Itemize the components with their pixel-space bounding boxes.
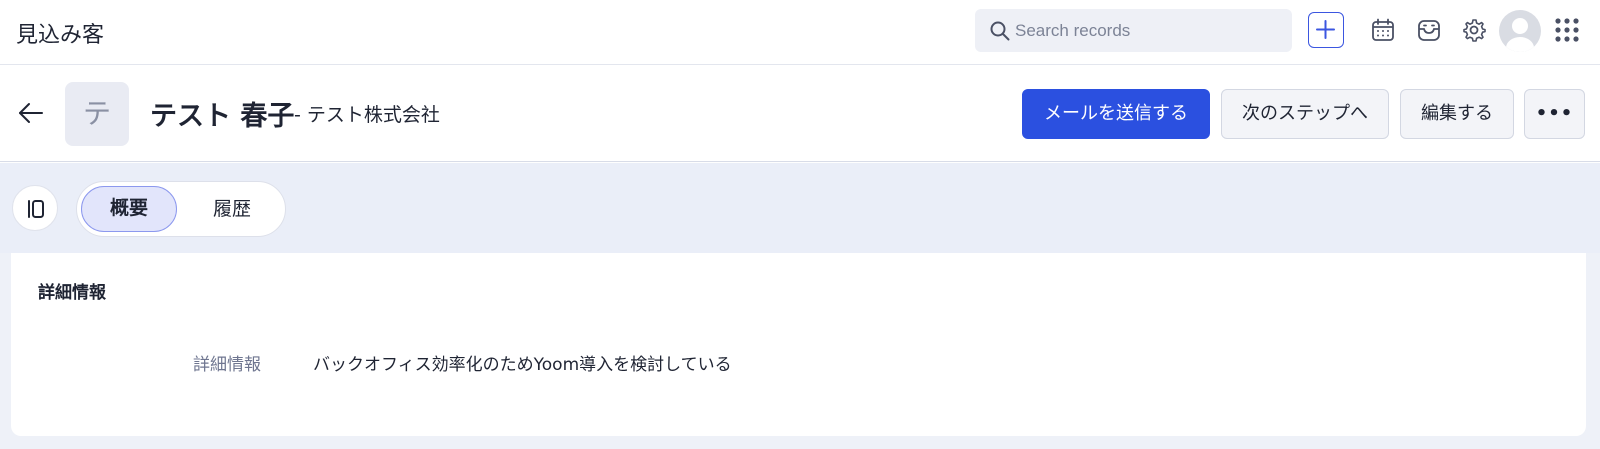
inbox-icon[interactable] xyxy=(1414,15,1444,45)
send-email-button[interactable]: メールを送信する xyxy=(1022,89,1210,139)
section-title: 詳細情報 xyxy=(38,283,106,303)
tab-group: 概要 履歴 xyxy=(76,181,286,237)
tabs-band: 概要 履歴 xyxy=(0,163,1600,253)
record-name: テスト 春子 xyxy=(150,101,295,132)
tab-history[interactable]: 履歴 xyxy=(189,186,275,232)
field-label: 詳細情報 xyxy=(193,355,261,375)
details-card: 詳細情報 詳細情報 バックオフィス効率化のためYoom導入を検討している xyxy=(11,253,1586,436)
more-options-button[interactable]: ••• xyxy=(1524,89,1585,139)
plus-icon xyxy=(1316,20,1335,39)
calendar-icon[interactable] xyxy=(1368,15,1398,45)
gear-icon[interactable] xyxy=(1459,15,1489,45)
apps-grid-icon[interactable] xyxy=(1552,15,1582,45)
search-icon xyxy=(990,21,1010,41)
record-avatar: テ xyxy=(65,82,129,146)
panel-toggle-button[interactable] xyxy=(12,185,58,231)
edit-button[interactable]: 編集する xyxy=(1400,89,1514,139)
back-arrow-icon[interactable] xyxy=(14,96,48,130)
app-title: 見込み客 xyxy=(16,23,105,48)
top-bar: 見込み客 xyxy=(0,0,1600,65)
avatar-icon xyxy=(1506,18,1534,52)
user-avatar[interactable] xyxy=(1499,10,1541,52)
sidebar-panel-icon xyxy=(28,200,44,218)
field-value: バックオフィス効率化のためYoom導入を検討している xyxy=(313,355,732,375)
add-record-button[interactable] xyxy=(1308,12,1344,48)
record-header: テ テスト 春子 - テスト株式会社 メールを送信する 次のステップへ 編集する… xyxy=(0,66,1600,162)
search-box[interactable] xyxy=(975,9,1292,52)
search-input[interactable] xyxy=(1015,9,1285,52)
tab-overview[interactable]: 概要 xyxy=(81,186,177,232)
record-company: - テスト株式会社 xyxy=(294,104,440,126)
next-step-button[interactable]: 次のステップへ xyxy=(1221,89,1389,139)
